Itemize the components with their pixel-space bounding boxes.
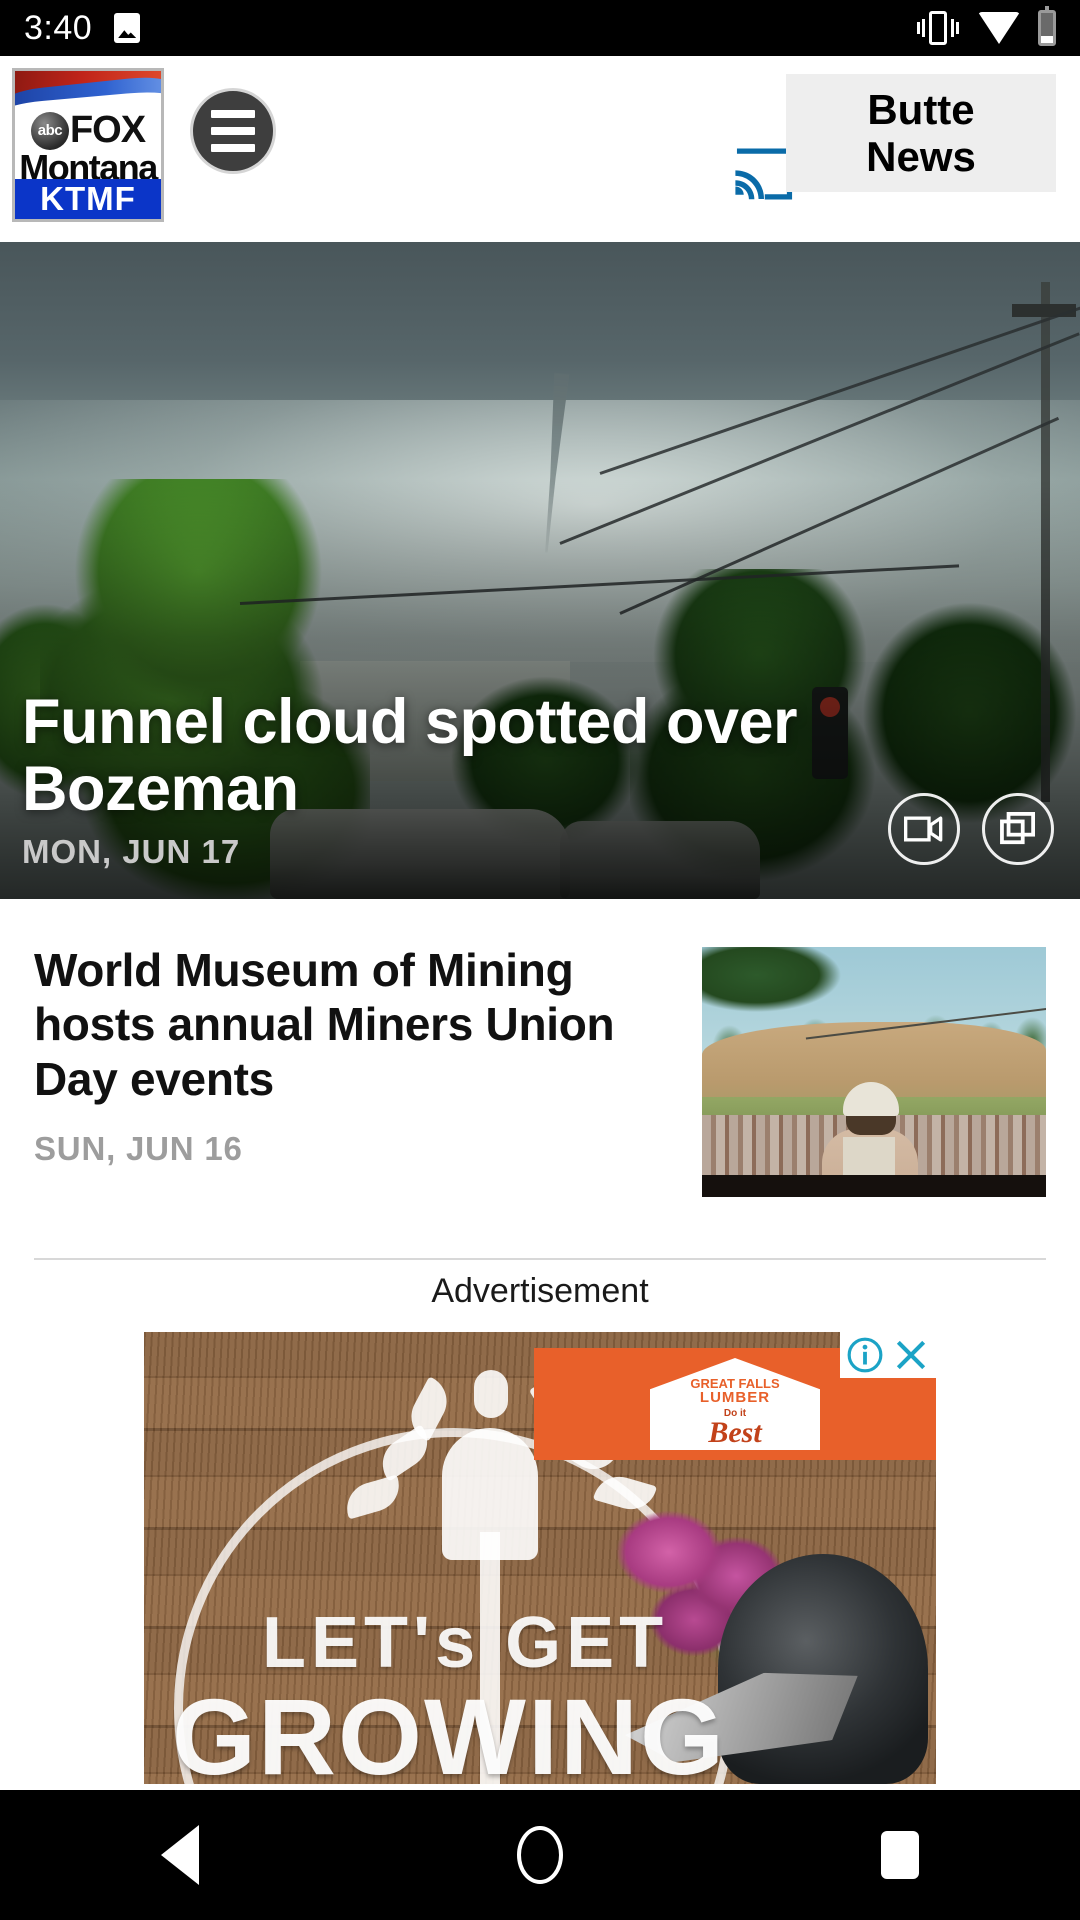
nav-back-button[interactable]: [0, 1825, 360, 1885]
nav-home-button[interactable]: [360, 1826, 720, 1884]
status-bar-notifications: [114, 13, 141, 43]
android-navigation-bar: [0, 1790, 1080, 1920]
section-title-line1: Butte: [867, 85, 975, 133]
logo-fox-row: abc FOX: [15, 109, 161, 152]
recents-icon: [881, 1831, 919, 1879]
hamburger-menu-icon[interactable]: [190, 88, 276, 174]
wifi-icon: [978, 12, 1020, 44]
logo-ktmf-bar: KTMF: [15, 179, 161, 219]
status-bar-clock: 3:40: [24, 8, 93, 47]
advertisement-label: Advertisement: [431, 1272, 649, 1310]
app-header: abc FOX Montana KTMF Butte News Updated:…: [0, 56, 1080, 284]
video-icon[interactable]: [888, 793, 960, 865]
hero-text-block: Funnel cloud spotted over Bozeman MON, J…: [22, 689, 820, 871]
hero-article-card[interactable]: Funnel cloud spotted over Bozeman MON, J…: [0, 242, 1080, 899]
ad-leaf-3: [474, 1370, 508, 1418]
ad-headline-growing: GROWING: [172, 1676, 726, 1784]
section-title-chip[interactable]: Butte News: [786, 74, 1056, 192]
hero-date: MON, JUN 17: [22, 833, 241, 870]
thumbnail-foreground-branch: [702, 947, 882, 1025]
status-bar: 3:40: [0, 0, 1080, 56]
adchoices-info-icon[interactable]: [846, 1336, 884, 1374]
ad-brand-line4: Best: [708, 1416, 762, 1449]
back-icon: [161, 1825, 199, 1885]
article-list-item[interactable]: World Museum of Mining hosts annual Mine…: [0, 899, 1080, 1259]
article-text-block: World Museum of Mining hosts annual Mine…: [34, 943, 702, 1259]
close-icon[interactable]: [892, 1336, 930, 1374]
status-bar-system-icons: [916, 6, 1056, 46]
photo-icon: [114, 13, 141, 43]
abc-logo-icon: abc: [30, 111, 69, 150]
article-thumbnail[interactable]: [702, 947, 1046, 1197]
ad-headline-lets-get: LET's GET: [262, 1603, 669, 1683]
ad-controls: [840, 1332, 936, 1378]
vibrate-icon: [916, 11, 960, 45]
nav-recents-button[interactable]: [720, 1831, 1080, 1879]
hero-action-buttons: [888, 793, 1054, 865]
article-date: SUN, JUN 16: [34, 1129, 243, 1167]
list-divider: [34, 1258, 1046, 1260]
logo-fox-text: FOX: [69, 109, 146, 151]
battery-icon: [1038, 6, 1056, 46]
ad-brand-line2: LUMBER: [699, 1389, 771, 1406]
home-icon: [517, 1826, 563, 1884]
logo-ktmf-text: KTMF: [40, 180, 136, 217]
thumbnail-foreground-shadow: [702, 1174, 1046, 1197]
hero-headline: Funnel cloud spotted over Bozeman: [22, 687, 798, 825]
station-logo[interactable]: abc FOX Montana KTMF: [12, 68, 164, 222]
section-title-line2: News: [866, 133, 976, 180]
app-screen: 3:40 abc FOX Montana KTMF Butte News Fun…: [0, 0, 1080, 1920]
ad-brand-house-logo: GREAT FALLS LUMBER Do it Best: [650, 1358, 820, 1450]
article-headline: World Museum of Mining hosts annual Mine…: [34, 944, 615, 1105]
gallery-icon[interactable]: [982, 793, 1054, 865]
